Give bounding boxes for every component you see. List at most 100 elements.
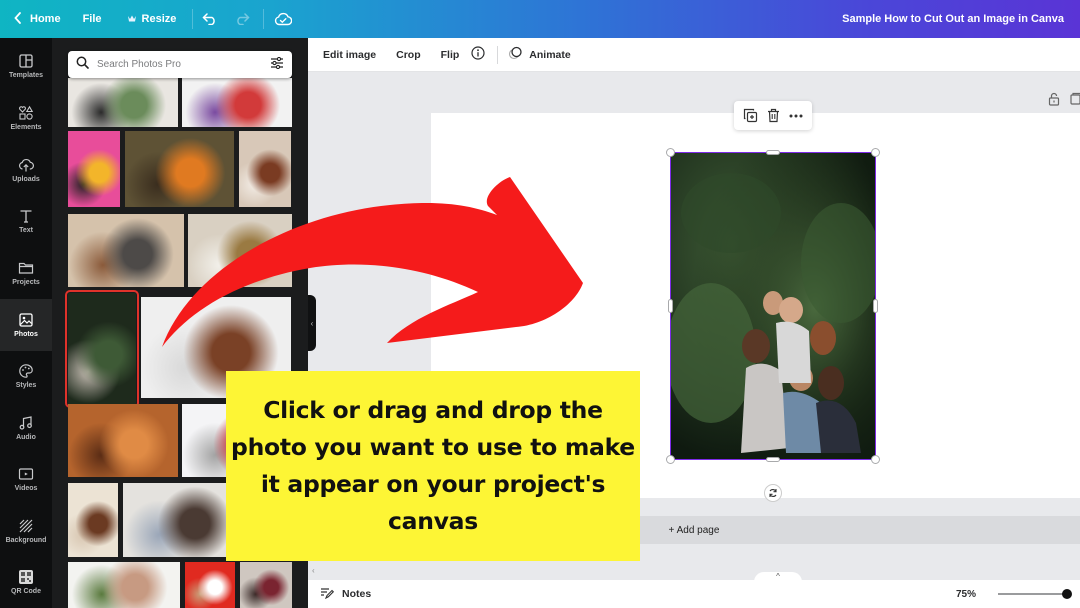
home-label: Home (30, 13, 61, 25)
photo-thumbnail[interactable] (68, 214, 184, 287)
resize-handle-bl[interactable] (666, 455, 675, 464)
callout-text: Click or drag and drop the photo you wan… (231, 396, 635, 535)
rotate-icon (769, 489, 777, 497)
elements-icon (19, 105, 34, 120)
zoom-slider-knob[interactable] (1062, 589, 1072, 599)
resize-handle-top[interactable] (766, 150, 780, 155)
side-rail: Templates Elements Uploads Text Projects… (0, 38, 52, 608)
lock-icon[interactable] (1048, 92, 1060, 111)
resize-label: Resize (141, 13, 177, 25)
zoom-slider[interactable] (998, 589, 1072, 599)
rail-item-templates[interactable]: Templates (0, 40, 52, 92)
resize-handle-br[interactable] (871, 455, 880, 464)
duplicate-icon[interactable] (743, 108, 758, 123)
rail-label: Uploads (12, 176, 40, 183)
bottom-bar: ^ Notes 75% (308, 572, 1080, 608)
animate-label: Animate (529, 48, 571, 61)
rail-label: Text (19, 227, 33, 234)
collapse-panel-handle[interactable]: ‹ (308, 295, 316, 351)
rail-item-videos[interactable]: Videos (0, 453, 52, 505)
photo-thumbnail[interactable] (123, 483, 243, 557)
rail-label: QR Code (11, 588, 41, 595)
resize-button[interactable]: Resize (112, 0, 187, 38)
horizontal-scrollbar[interactable]: ‹ (308, 566, 1080, 578)
edit-image-button[interactable]: Edit image (323, 49, 376, 61)
document-title[interactable]: Sample How to Cut Out an Image in Canva (842, 0, 1064, 38)
search-icon (76, 56, 89, 74)
background-pattern-icon (19, 519, 33, 533)
notes-label: Notes (342, 588, 372, 600)
rail-item-projects[interactable]: Projects (0, 247, 52, 299)
templates-icon (19, 54, 33, 68)
photo-icon (19, 313, 33, 327)
photo-thumbnail[interactable] (68, 483, 118, 557)
music-note-icon (19, 416, 32, 430)
search-input[interactable] (97, 59, 270, 70)
rail-label: Photos (14, 331, 38, 338)
info-icon (471, 46, 485, 63)
photo-thumbnail[interactable] (68, 562, 180, 608)
resize-handle-tl[interactable] (666, 148, 675, 157)
more-options-icon[interactable] (789, 114, 803, 118)
resize-handle-tr[interactable] (871, 148, 880, 157)
crown-icon (127, 13, 136, 25)
expand-pages-tab[interactable]: ^ (754, 572, 802, 582)
canva-editor: Home File Resize Sample How to Cut Out a… (0, 0, 1080, 608)
duplicate-page-icon[interactable] (1070, 92, 1080, 111)
photo-thumbnail-selected[interactable] (65, 290, 139, 408)
rail-item-audio[interactable]: Audio (0, 402, 52, 454)
resize-handle-right[interactable] (873, 299, 878, 313)
video-icon (18, 468, 34, 480)
rail-label: Audio (16, 434, 36, 441)
undo-icon[interactable] (199, 8, 221, 30)
file-label: File (82, 13, 102, 25)
photo-thumbnail[interactable] (239, 131, 291, 207)
flip-button[interactable]: Flip (441, 49, 460, 61)
divider (192, 9, 194, 29)
trash-icon[interactable] (767, 108, 780, 123)
instruction-callout: Click or drag and drop the photo you wan… (226, 371, 640, 561)
divider (497, 45, 499, 64)
rail-item-photos[interactable]: Photos (0, 299, 52, 351)
rail-label: Background (5, 537, 47, 544)
file-button[interactable]: File (71, 0, 112, 38)
qr-code-icon (19, 570, 33, 584)
rail-item-uploads[interactable]: Uploads (0, 144, 52, 196)
rail-item-styles[interactable]: Styles (0, 350, 52, 402)
filter-sliders-icon[interactable] (270, 56, 284, 74)
photo-thumbnail[interactable] (125, 131, 234, 207)
cloud-saved-icon[interactable] (272, 8, 294, 30)
rail-item-text[interactable]: Text (0, 195, 52, 247)
rail-item-background[interactable]: Background (0, 505, 52, 557)
palette-icon (19, 364, 33, 378)
rail-label: Projects (12, 279, 40, 286)
rail-label: Elements (10, 124, 42, 131)
rotate-handle[interactable] (764, 484, 782, 502)
photo-thumbnail[interactable] (182, 78, 292, 127)
photo-thumbnail[interactable] (185, 562, 235, 608)
selected-photo-family[interactable] (670, 152, 876, 460)
animate-icon (508, 46, 523, 63)
redo-icon[interactable] (231, 8, 253, 30)
resize-handle-left[interactable] (668, 299, 673, 313)
search-bar (68, 51, 292, 78)
home-button[interactable]: Home (0, 0, 71, 38)
info-button[interactable] (471, 46, 485, 63)
context-toolbar: Edit image Crop Flip Animate (308, 38, 1080, 72)
page-actions (1048, 92, 1080, 111)
rail-item-qr-code[interactable]: QR Code (0, 556, 52, 608)
folder-icon (18, 262, 34, 274)
element-floating-toolbar (734, 101, 812, 130)
photo-thumbnail[interactable] (68, 404, 178, 477)
photo-thumbnail[interactable] (188, 214, 292, 287)
notes-button[interactable]: Notes (320, 587, 371, 602)
rail-item-elements[interactable]: Elements (0, 92, 52, 144)
crop-button[interactable]: Crop (396, 49, 421, 61)
rail-label: Videos (14, 485, 38, 492)
resize-handle-bottom[interactable] (766, 457, 780, 462)
animate-button[interactable]: Animate (508, 46, 571, 63)
zoom-percent[interactable]: 75% (956, 589, 976, 600)
photo-thumbnail[interactable] (68, 78, 178, 127)
photo-thumbnail[interactable] (68, 131, 120, 207)
photo-thumbnail[interactable] (240, 562, 292, 608)
